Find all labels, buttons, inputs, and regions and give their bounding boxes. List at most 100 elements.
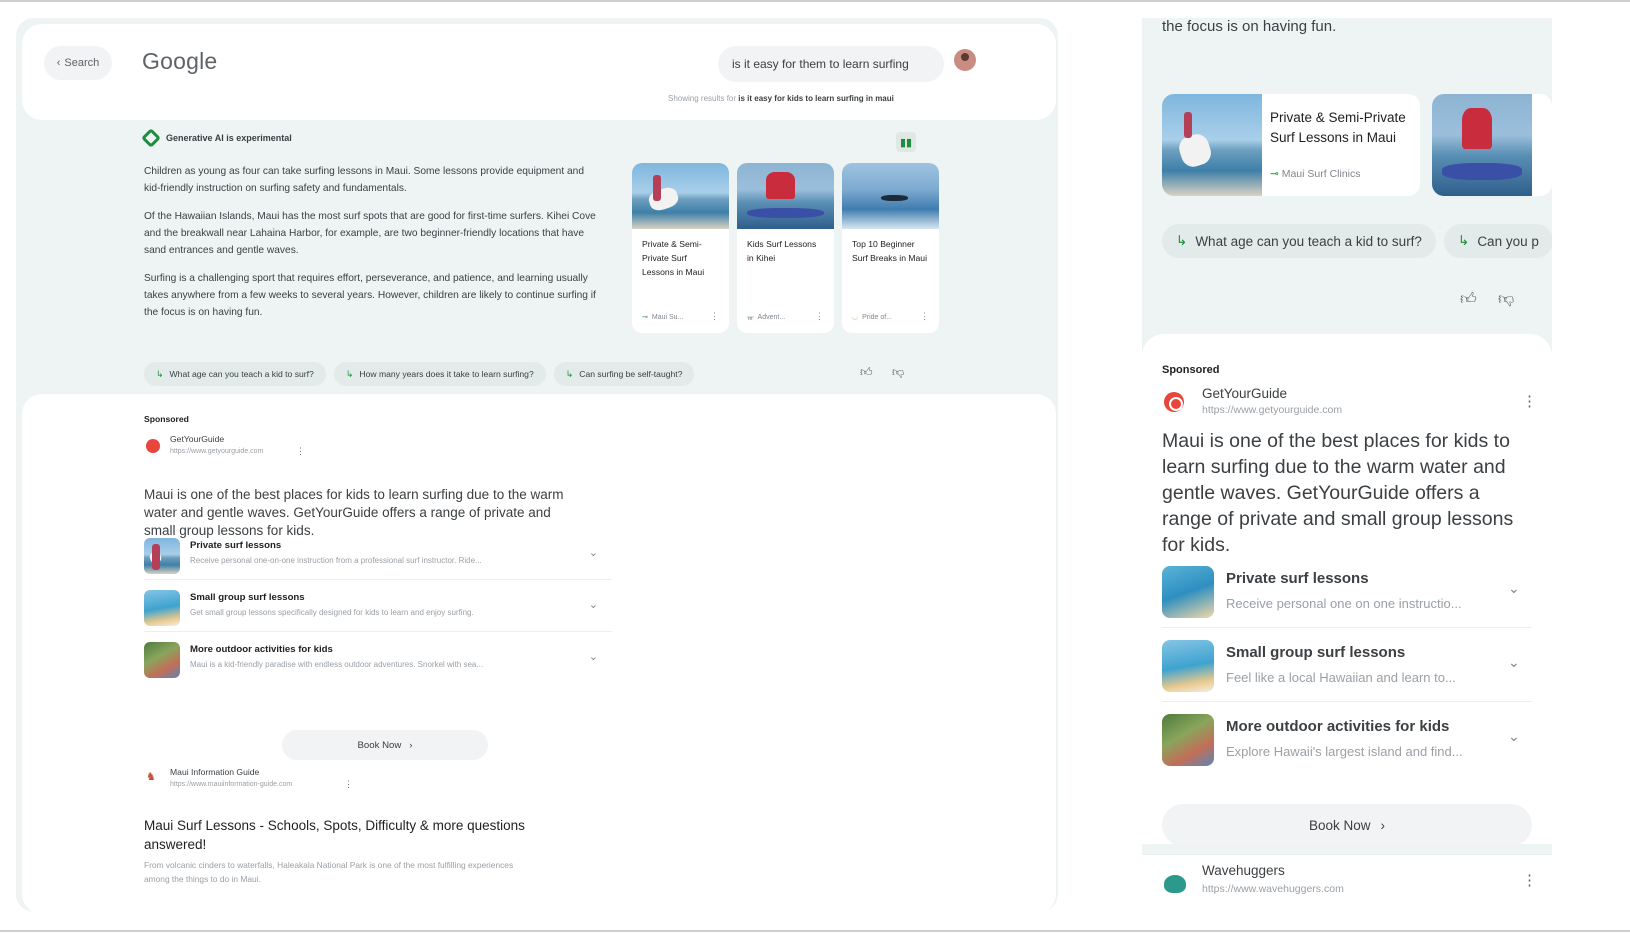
follow-up-chip[interactable]: ↳ How many years does it take to learn su… [333,362,546,386]
bottom-border [0,930,1630,932]
ai-experimental-label: Generative AI is experimental [166,133,292,143]
offer-thumbnail [1162,714,1214,766]
more-vertical-icon[interactable]: ⋮ [920,311,929,322]
mobile-serp: the focus is on having fun. Private & Se… [1142,18,1552,912]
book-now-label: Book Now [1308,817,1371,833]
ai-overview-text: Children as young as four can take surfi… [144,163,599,332]
mobile-ad-panel: Sponsored GetYourGuide https://www.getyo… [1142,334,1552,846]
offer-desc: Feel like a local Hawaiian and learn to.… [1226,670,1456,685]
next-result[interactable]: Wavehuggers https://www.wavehuggers.com … [1142,854,1552,912]
kid-surfer-image [737,163,834,229]
chevron-down-icon[interactable]: ⌄ [1508,654,1520,671]
chevron-down-icon[interactable]: ⌄ [589,650,598,663]
source-card[interactable]: Private & Semi-Private Surf Lessons in M… [632,163,729,333]
thumbs-down-icon[interactable]: 👎︎ [892,365,904,380]
book-now-button[interactable]: Book Now › [282,730,488,760]
offer-thumbnail [144,538,180,574]
source-card[interactable]: Kids Surf Lessons in Kihei ᚃ Advent... ⋮ [737,163,834,333]
thumbs-up-icon[interactable]: 👍︎ [1460,290,1477,309]
chevron-right-icon: › [409,739,413,751]
ad-site-url[interactable]: https://www.getyourguide.com [170,448,263,455]
ad-offer-row[interactable]: More outdoor activities for kids Explore… [1162,706,1532,776]
ai-paragraph: Of the Hawaiian Islands, Maui has the mo… [144,211,596,256]
ad-offer-row[interactable]: More outdoor activities for kids Maui is… [144,638,612,684]
source-card[interactable]: Private & Semi-Private Surf Lessons in M… [1162,94,1420,196]
ad-description: Maui is one of the best places for kids … [144,487,564,538]
ai-overview-header: Generative AI is experimental [141,128,292,148]
offer-title: Small group surf lessons [190,592,305,603]
card-source: ◡ Pride of... [852,313,893,322]
sponsored-label: Sponsored [144,414,189,424]
more-vertical-icon[interactable]: ⋮ [1522,871,1537,889]
source-card[interactable] [1432,94,1552,196]
book-now-button[interactable]: Book Now › [1162,804,1532,846]
source-card[interactable]: Top 10 Beginner Surf Breaks in Maui ◡ Pri… [842,163,939,333]
thumbs-down-icon[interactable]: 👎︎ [1498,290,1514,309]
offer-thumbnail [144,590,180,626]
result-snippet: From volcanic cinders to waterfalls, Hal… [144,860,514,884]
result-site-url[interactable]: https://www.wavehuggers.com [1202,883,1344,895]
offer-title: More outdoor activities for kids [1226,718,1450,735]
ad-offer-row[interactable]: Small group surf lessons Get small group… [144,586,612,632]
source-favicon-icon: ◡ [852,314,859,321]
surf-lesson-image [632,163,729,229]
follow-up-arrow-icon: ↳ [345,368,354,379]
offer-thumbnail [1162,640,1214,692]
source-favicon-icon: ⊸ [642,314,648,321]
card-title: Kids Surf Lessons in Kihei [747,239,817,263]
more-vertical-icon[interactable]: ⋮ [344,779,353,790]
follow-up-chip[interactable]: ↳ What age can you teach a kid to surf? [1162,224,1436,258]
card-title: Top 10 Beginner Surf Breaks in Maui [852,239,927,263]
more-vertical-icon[interactable]: ⋮ [1522,392,1537,410]
corrected-query-link[interactable]: is it easy for kids to learn surfing in … [738,94,894,103]
ad-site-name[interactable]: GetYourGuide [1202,386,1287,401]
thumbs-up-icon[interactable]: 👍︎ [860,365,873,380]
result-title[interactable]: Maui Surf Lessons - Schools, Spots, Diff… [144,816,564,854]
ad-site-name[interactable]: GetYourGuide [170,434,224,444]
result-site-name[interactable]: Maui Information Guide [170,767,259,777]
card-source: ⊸ Maui Surf Clinics [1270,168,1361,180]
avatar[interactable] [954,49,976,71]
ad-site-url[interactable]: https://www.getyourguide.com [1202,404,1342,416]
top-border [0,0,1630,2]
maui-guide-favicon: ♞ [146,771,156,783]
chevron-right-icon: › [1380,817,1386,833]
ad-offer-row[interactable]: Private surf lessons Receive personal on… [144,534,612,580]
chevron-down-icon[interactable]: ⌄ [589,598,598,611]
offer-thumbnail [144,642,180,678]
follow-up-chip[interactable]: ↳ Can surfing be self-taught? [553,362,695,386]
result-site-url[interactable]: https://www.mauiinformation-guide.com [170,781,292,788]
ad-description: Maui is one of the best places for kids … [1162,430,1514,556]
google-logo[interactable]: Google [142,48,217,75]
offer-desc: Receive personal one-on-one instruction … [190,556,482,565]
more-vertical-icon[interactable]: ⋮ [815,311,824,322]
chevron-left-icon: ‹ [56,57,61,69]
ad-offer-row[interactable]: Private surf lessons Receive personal on… [1162,558,1532,628]
ai-paragraph: Children as young as four can take surfi… [144,166,585,194]
offer-desc: Receive personal one on one instructio..… [1226,596,1462,611]
layout-icon[interactable]: ▮▮ [896,132,916,152]
card-title: Private & Semi-Private Surf Lessons in M… [642,239,705,277]
wavehuggers-favicon [1164,875,1186,893]
follow-up-arrow-icon: ↳ [565,368,574,379]
follow-up-chip[interactable]: ↳ Can you p [1444,224,1552,258]
follow-up-chip[interactable]: ↳ What age can you teach a kid to surf? [144,362,326,386]
source-cards: Private & Semi-Private Surf Lessons in M… [632,163,939,333]
desktop-serp: ‹ Search Google is it easy for them to l… [16,18,1058,912]
kid-surfer-image [1432,94,1532,196]
card-title: Private & Semi-Private Surf Lessons in M… [1270,110,1406,145]
book-now-label: Book Now [357,739,402,751]
ad-offer-row[interactable]: Small group surf lessons Feel like a loc… [1162,632,1532,702]
showing-results-for: Showing results for is it easy for kids … [668,94,894,103]
offer-thumbnail [1162,566,1214,618]
more-vertical-icon[interactable]: ⋮ [296,446,305,457]
back-label: Search [64,57,100,69]
chevron-down-icon[interactable]: ⌄ [1508,728,1520,745]
chevron-down-icon[interactable]: ⌄ [1508,580,1520,597]
card-source: ⊸ Maui Su... [642,313,684,322]
chevron-down-icon[interactable]: ⌄ [589,546,598,559]
result-site-name[interactable]: Wavehuggers [1202,863,1285,878]
search-input[interactable]: is it easy for them to learn surfing [718,46,944,82]
back-to-search-button[interactable]: ‹ Search [44,46,112,80]
more-vertical-icon[interactable]: ⋮ [710,311,719,322]
